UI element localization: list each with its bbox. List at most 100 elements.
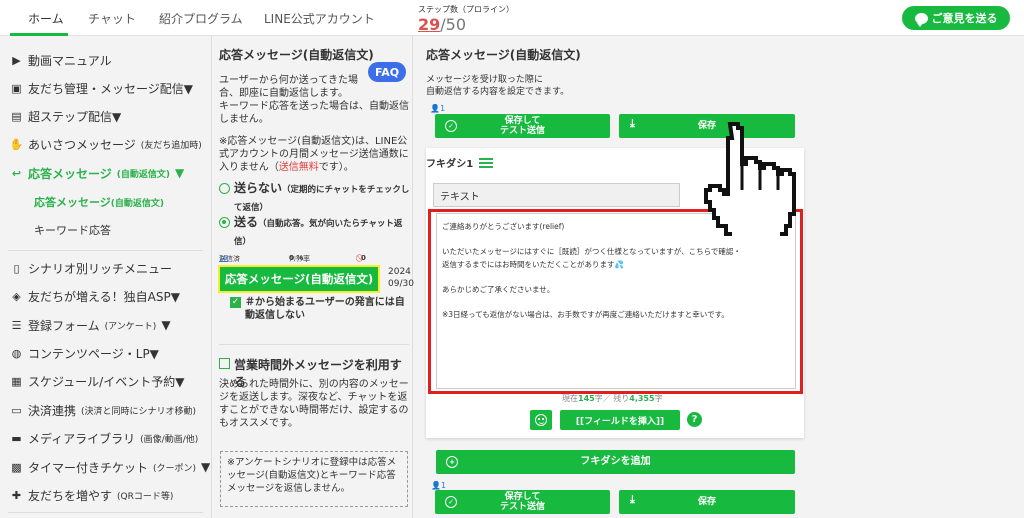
radio-send[interactable]: 送る（自動応答。気が向いたらチャット返信）: [219, 214, 411, 250]
feedback-button[interactable]: ご意見を送る: [902, 6, 1010, 30]
fukidashi-header: フキダシ1: [426, 155, 494, 170]
add-fukidashi-label: フキダシを追加: [580, 456, 651, 467]
sidebar-item-note: (画像/動画/他): [140, 434, 199, 445]
message-date: 2024 09/30: [388, 266, 414, 290]
radio-off-label: 送らない: [234, 181, 283, 195]
counter-mid: 字／ 残り: [594, 394, 630, 403]
radio-do-not-send[interactable]: 送らない（定期的にチャットをチェックして返信）: [219, 180, 411, 216]
sidebar-item-form[interactable]: ☰ 登録フォーム (アンケート) ▼: [10, 315, 171, 335]
chat-bubble-icon: [914, 12, 928, 27]
active-message-item[interactable]: 応答メッセージ(自動返信文): [218, 265, 380, 293]
save-test-line2: テスト送信: [499, 502, 545, 512]
tab-home[interactable]: ホーム: [28, 10, 64, 27]
save-test-line2: テスト送信: [499, 126, 545, 136]
fukidashi-label: フキダシ1: [426, 159, 474, 170]
download-icon: ⤓: [630, 117, 635, 130]
save-test-label: 保存して テスト送信: [500, 492, 545, 512]
sidebar-item-label: 動画マニュアル: [28, 53, 112, 68]
sidebar-item-label: 超ステップ配信▼: [28, 109, 122, 124]
help-icon[interactable]: ?: [687, 412, 702, 427]
folder-icon: ▬: [11, 431, 22, 445]
tab-chat[interactable]: チャット: [88, 10, 136, 27]
block-value: 0: [361, 254, 366, 262]
emoji-button[interactable]: [530, 410, 552, 430]
sidebar-item-note: (QRコード等): [117, 491, 174, 502]
panel-title: 応答メッセージ(自動返信文): [219, 48, 374, 62]
sidebar-item-media[interactable]: ▬ メディアライブラリ (画像/動画/他): [10, 428, 198, 448]
panel-description: ユーザーから何か送ってきた場合、即座に自動返信します。: [219, 75, 358, 99]
card-icon: ▭: [11, 403, 22, 417]
add-user-icon: ✚: [11, 488, 22, 502]
tab-line-official[interactable]: LINE公式アカウント: [264, 10, 375, 27]
message-type-select[interactable]: テキスト: [433, 183, 680, 207]
free-note: ※応答メッセージ(自動返信文)は、LINE公式アカウントの月間メッセージ送信通数…: [219, 135, 409, 174]
sidebar-item-label: 応答メッセージ: [28, 166, 112, 181]
sidebar-item-label: シナリオ別リッチメニュー: [28, 261, 173, 276]
editor-desc-line2: 自動返信する内容を設定できます。: [426, 87, 570, 97]
sidebar-item-note: (アンケート): [104, 321, 157, 332]
tab-referral[interactable]: 紹介プログラム: [159, 10, 243, 27]
free-note-highlight: 送信無料: [278, 162, 319, 173]
editor-title: 応答メッセージ(自動返信文): [426, 48, 581, 62]
click-label: ｸﾘｯｸ率: [289, 255, 310, 263]
sidebar-item-schedule[interactable]: ▦ スケジュール/イベント予約▼: [10, 371, 184, 391]
middle-divider: [219, 344, 409, 345]
hash-skip-checkbox[interactable]: ✓ ＃から始まるユーザーの発言には自動返信しない: [230, 296, 410, 322]
sidebar-item-rich-menu[interactable]: ▯ シナリオ別リッチメニュー: [10, 258, 172, 278]
sidebar-item-note: (友だち追加時): [140, 140, 202, 151]
drag-handle-icon[interactable]: [479, 157, 494, 168]
sidebar-item-label: コンテンツページ・LP▼: [28, 346, 159, 361]
test-user-count: 👤1: [430, 104, 446, 113]
block-count: ⃠ 0: [361, 254, 366, 262]
sidebar-item-super-step[interactable]: ▤ 超ステップ配信▼: [10, 106, 121, 126]
test-user-number: 1: [439, 104, 446, 113]
calendar-icon: ▦: [11, 374, 22, 388]
sidebar-item-video-manual[interactable]: ▶ 動画マニュアル: [10, 50, 112, 70]
sent-value[interactable]: 19: [219, 254, 228, 262]
pointing-hand-icon: [704, 122, 796, 236]
wave-hand-icon: ✋: [9, 137, 24, 151]
sidebar-item-friends[interactable]: ▣ 友だち管理・メッセージ配信▼: [10, 78, 193, 98]
editor-desc-line1: メッセージを受け取った際に: [426, 75, 543, 85]
sidebar-item-auto-reply[interactable]: ↩ 応答メッセージ (自動返信文) ▼: [10, 163, 184, 183]
phone-icon: ▯: [13, 261, 20, 275]
radio-off-circle: [219, 183, 230, 194]
faq-button[interactable]: FAQ: [368, 62, 406, 82]
char-counter: 現在145字／ 残り4,355字: [562, 393, 663, 404]
steps-current[interactable]: 29: [418, 15, 440, 34]
sidebar-item-greeting[interactable]: ✋ あいさつメッセージ (友だち追加時): [10, 134, 202, 154]
handshake-icon: ◈: [12, 289, 21, 303]
free-note-end: です）。: [318, 162, 354, 173]
sidebar-item-payment[interactable]: ▭ 決済連携 (決済と同時にシナリオ移動): [10, 400, 196, 420]
date-day: 09/30: [388, 279, 414, 289]
sidebar-item-label: あいさつメッセージ: [28, 137, 136, 152]
insert-field-button[interactable]: [[フィールドを挿入]]: [560, 410, 680, 430]
highlight-frame: [428, 209, 803, 394]
sidebar-item-add-friends[interactable]: ✚ 友だちを増やす (QRコード等): [10, 485, 174, 505]
save-and-test-button-bottom[interactable]: ✓ 保存して テスト送信: [435, 490, 610, 514]
sidebar-sub-keyword-reply[interactable]: キーワード応答: [34, 222, 111, 238]
sidebar-item-label: 友だちが増える！独自ASP▼: [28, 289, 180, 304]
top-nav: ホーム チャット 紹介プログラム LINE公式アカウント ステップ数（プロライン…: [0, 0, 1024, 36]
save-button-bottom[interactable]: ⤓ 保存: [619, 490, 795, 514]
sidebar-item-label: 決済連携: [28, 403, 77, 418]
hash-skip-label: ＃から始まるユーザーの発言には自動返信しない: [245, 297, 405, 321]
radio-on-note: （自動応答。気が向いたらチャット返信）: [234, 219, 403, 247]
sidebar-item-asp[interactable]: ◈ 友だちが増える！独自ASP▼: [10, 286, 180, 306]
sidebar-sub-note: (自動返信文): [110, 199, 165, 209]
add-fukidashi-button[interactable]: + フキダシを追加: [436, 450, 795, 474]
check-circle-icon: ✓: [445, 120, 457, 132]
sidebar-item-note: (クーポン): [153, 463, 197, 474]
sidebar-sub-label: 応答メッセージ: [34, 196, 111, 209]
radio-on-circle: [219, 217, 230, 228]
sidebar-item-label: タイマー付きチケット: [28, 460, 149, 475]
download-icon: ⤓: [630, 493, 635, 506]
sidebar-item-content-page[interactable]: ◍ コンテンツページ・LP▼: [10, 343, 159, 363]
save-and-test-button[interactable]: ✓ 保存して テスト送信: [435, 114, 610, 138]
sidebar-sub-auto-reply[interactable]: 応答メッセージ(自動返信文): [34, 194, 164, 210]
panel-description-keyword: キーワード応答を送った場合は、自動返信しません。: [219, 101, 409, 125]
sidebar-item-label: スケジュール/イベント予約▼: [28, 374, 185, 389]
globe-icon: ◍: [11, 346, 22, 360]
sidebar-item-ticket[interactable]: ▩ タイマー付きチケット (クーポン) ▼: [10, 457, 210, 477]
save-test-label: 保存して テスト送信: [500, 116, 545, 136]
